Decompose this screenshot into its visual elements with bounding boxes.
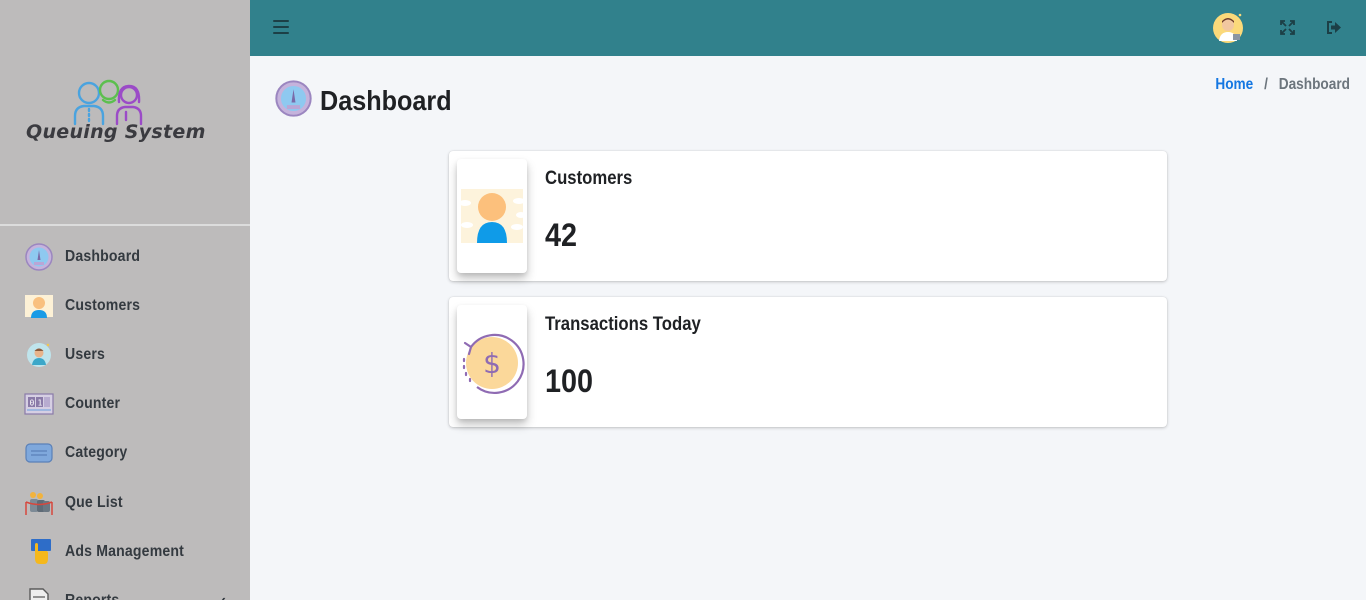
- sidebar-item-dashboard[interactable]: Dashboard: [0, 232, 250, 281]
- sidebar-item-reports[interactable]: Reports ‹: [0, 576, 250, 600]
- expand-icon[interactable]: [1280, 20, 1295, 35]
- breadcrumb-current: Dashboard: [1278, 76, 1350, 93]
- sidebar-item-counter[interactable]: 01 Counter: [0, 380, 250, 429]
- dashboard-gauge-icon: [275, 80, 312, 122]
- breadcrumb: Home / Dashboard: [1215, 76, 1350, 94]
- report-document-icon: [23, 586, 55, 600]
- breadcrumb-home-link[interactable]: Home: [1215, 76, 1253, 93]
- page-title: Dashboard: [320, 85, 452, 116]
- svg-text:0: 0: [30, 399, 35, 408]
- sidebar-item-label: Customers: [65, 296, 141, 314]
- sidebar-item-que-list[interactable]: Que List: [0, 478, 250, 527]
- sidebar-item-users[interactable]: Users: [0, 330, 250, 379]
- dashboard-gauge-icon: [23, 242, 55, 272]
- page-header: Dashboard: [275, 80, 466, 122]
- card-value: 100: [545, 363, 594, 399]
- svg-text:$: $: [483, 347, 501, 380]
- three-people-icon: [73, 79, 143, 126]
- sidebar-item-label: Users: [65, 345, 106, 363]
- info-card-customers[interactable]: Customers 42: [449, 151, 1167, 281]
- sidebar-item-label: Counter: [65, 395, 121, 413]
- sidebar-item-label: Dashboard: [65, 247, 141, 265]
- sidebar: Queuing System Dashboard Customers Users…: [0, 0, 250, 600]
- sidebar-nav: Dashboard Customers Users 01 Counter Cat…: [0, 226, 250, 600]
- category-card-icon: [23, 438, 55, 468]
- user-avatar-icon: [23, 340, 55, 370]
- sidebar-item-label: Ads Management: [65, 542, 185, 560]
- ads-touch-icon: [23, 537, 55, 567]
- sidebar-item-label: Reports: [65, 592, 119, 600]
- card-value: 42: [545, 217, 578, 253]
- sidebar-item-category[interactable]: Category: [0, 429, 250, 478]
- card-title: Customers: [545, 168, 633, 189]
- user-avatar-icon[interactable]: [1212, 12, 1244, 44]
- customer-icon: [457, 159, 527, 273]
- top-navbar: [250, 0, 1366, 56]
- sidebar-item-label: Category: [65, 444, 128, 462]
- sign-out-icon[interactable]: [1326, 20, 1342, 35]
- sidebar-item-label: Que List: [65, 493, 123, 511]
- customer-icon: [23, 291, 55, 321]
- card-title: Transactions Today: [545, 314, 701, 335]
- svg-text:1: 1: [38, 399, 43, 408]
- sidebar-item-customers[interactable]: Customers: [0, 281, 250, 330]
- chevron-left-icon[interactable]: ‹: [221, 592, 226, 600]
- sidebar-item-ads-management[interactable]: Ads Management: [0, 527, 250, 576]
- breadcrumb-separator: /: [1264, 76, 1268, 93]
- brand[interactable]: Queuing System: [0, 0, 250, 226]
- brand-name: Queuing System: [26, 121, 206, 143]
- hamburger-icon[interactable]: [273, 20, 289, 34]
- counter-display-icon: 01: [23, 389, 55, 419]
- queue-people-icon: [23, 488, 55, 518]
- dollar-coin-icon: $: [457, 305, 527, 419]
- info-card-transactions-today[interactable]: $ Transactions Today 100: [449, 297, 1167, 427]
